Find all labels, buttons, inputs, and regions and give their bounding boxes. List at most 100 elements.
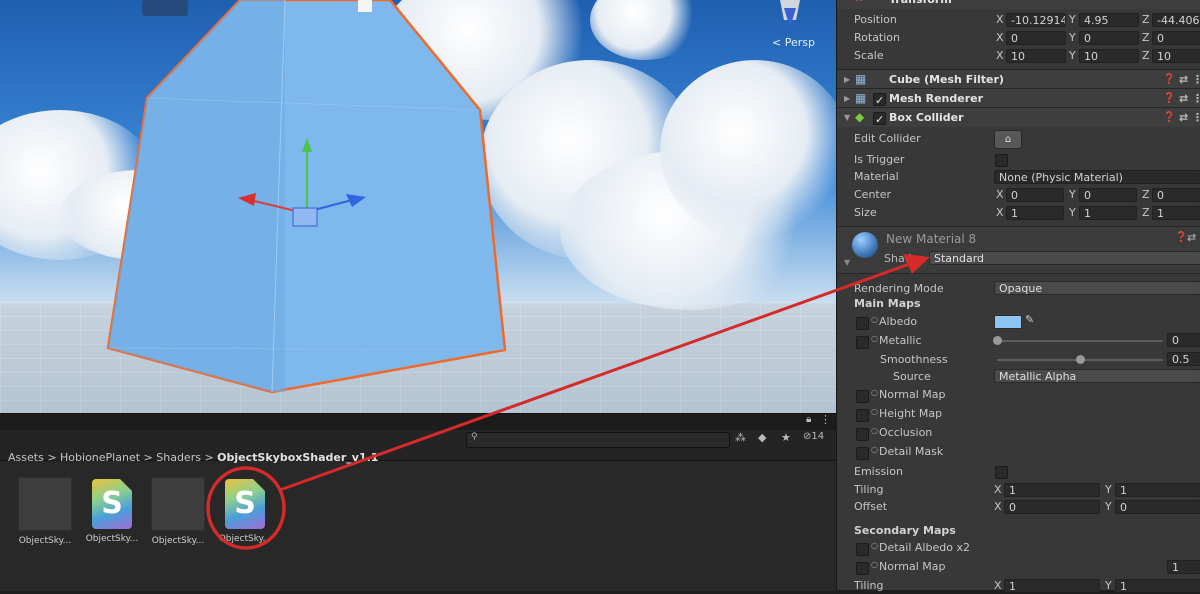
- asset-item[interactable]: ObjectSky...: [17, 477, 73, 546]
- asset-item[interactable]: ObjectSky...: [150, 477, 206, 546]
- help-icon[interactable]: ❓: [1163, 89, 1175, 108]
- normal-scale-field[interactable]: 1: [1167, 560, 1200, 574]
- more-options-icon[interactable]: ⋮: [820, 413, 831, 426]
- emission-checkbox[interactable]: [995, 466, 1008, 479]
- smoothness-label: Smoothness: [880, 353, 948, 366]
- metallic-texture-slot[interactable]: [856, 336, 869, 349]
- size-x-field[interactable]: 1: [1006, 206, 1064, 220]
- search-icon: ⚲: [471, 432, 478, 442]
- rotation-x-field[interactable]: 0: [1006, 31, 1066, 45]
- mesh-renderer-header[interactable]: ▶ ▦ Mesh Renderer ❓ ⇄ ⋮: [837, 88, 1200, 110]
- mesh-filter-header[interactable]: ▶ ▦ Cube (Mesh Filter) ❓ ⇄ ⋮: [837, 69, 1200, 89]
- source-dropdown[interactable]: Metallic Alpha: [994, 369, 1200, 383]
- presets-icon[interactable]: ⇄: [1187, 231, 1196, 244]
- size-y-field[interactable]: 1: [1079, 206, 1137, 220]
- asset-item-selected[interactable]: S ObjectSky...: [217, 479, 273, 544]
- scale-y-field[interactable]: 10: [1079, 49, 1139, 63]
- offset-x-field[interactable]: 0: [1004, 500, 1100, 514]
- physic-material-field[interactable]: None (Physic Material): [994, 170, 1200, 184]
- breadcrumb-assets[interactable]: Assets: [8, 451, 44, 464]
- scene-view[interactable]: < Persp: [0, 0, 836, 413]
- breadcrumb-shaders[interactable]: Shaders: [156, 451, 201, 464]
- scale-z-field[interactable]: 10: [1152, 49, 1200, 63]
- position-z-field[interactable]: -44.4066: [1152, 13, 1200, 27]
- rotation-z-field[interactable]: 0: [1152, 31, 1200, 45]
- asset-item[interactable]: S ObjectSky...: [84, 479, 140, 544]
- presets-icon[interactable]: ⇄: [1179, 89, 1188, 108]
- search-by-type-icon[interactable]: ⁂: [735, 431, 746, 444]
- offset-y-field[interactable]: 0: [1115, 500, 1200, 514]
- edit-collider-button[interactable]: ⌂: [994, 130, 1022, 149]
- occlusion-texture-slot[interactable]: [856, 428, 869, 441]
- box-collider-header[interactable]: ▼ ◆ Box Collider ❓ ⇄ ⋮: [837, 107, 1200, 129]
- axis-z-label: Z: [1142, 188, 1150, 201]
- tiling-y-field[interactable]: 1: [1115, 483, 1200, 497]
- secondary-maps-heading: Secondary Maps: [854, 524, 956, 537]
- help-icon[interactable]: ❓: [1163, 108, 1175, 127]
- lock-icon[interactable]: 🔒︎: [806, 414, 811, 425]
- offset-label: Offset: [854, 500, 888, 513]
- smoothness-value-field[interactable]: 0.5: [1167, 352, 1200, 366]
- breadcrumb-current-folder[interactable]: ObjectSkyboxShader_v1.1: [217, 451, 378, 464]
- perspective-label[interactable]: < Persp: [772, 36, 815, 49]
- size-label: Size: [854, 206, 877, 219]
- center-x-field[interactable]: 0: [1006, 188, 1064, 202]
- favorites-star-icon[interactable]: ★: [781, 431, 791, 444]
- rendering-mode-label: Rendering Mode: [854, 282, 944, 295]
- rendering-mode-dropdown[interactable]: Opaque: [994, 281, 1200, 295]
- gizmo-center[interactable]: [292, 207, 318, 227]
- tiling-x-field[interactable]: 1: [1004, 483, 1100, 497]
- box-collider-icon: ◆: [855, 110, 865, 124]
- position-y-field[interactable]: 4.95: [1079, 13, 1139, 27]
- mesh-renderer-enabled-checkbox[interactable]: [873, 91, 886, 110]
- size-z-field[interactable]: 1: [1152, 206, 1200, 220]
- metallic-value-field[interactable]: 0: [1167, 333, 1200, 347]
- foldout-arrow-expanded-icon[interactable]: ▼: [844, 258, 850, 267]
- is-trigger-checkbox[interactable]: [995, 154, 1008, 167]
- presets-icon[interactable]: ⇄: [1179, 70, 1188, 89]
- more-options-icon[interactable]: ⋮: [1192, 89, 1200, 108]
- eyedropper-icon[interactable]: ✎: [1025, 313, 1034, 326]
- presets-icon[interactable]: ⇄: [1179, 108, 1188, 127]
- transform-icon: ✕: [855, 0, 863, 9]
- scale-x-field[interactable]: 10: [1006, 49, 1066, 63]
- axis-y-label: Y: [1069, 49, 1076, 62]
- scene-toolbar-stub: [358, 0, 372, 12]
- metallic-slider-handle[interactable]: [993, 336, 1002, 345]
- search-by-label-icon[interactable]: ◆: [758, 431, 766, 444]
- axis-x-label: X: [996, 49, 1004, 62]
- detail-albedo-texture-slot[interactable]: [856, 543, 869, 556]
- albedo-texture-slot[interactable]: [856, 317, 869, 330]
- breadcrumb-separator: >: [47, 451, 57, 464]
- center-y-field[interactable]: 0: [1079, 188, 1137, 202]
- shader-dropdown[interactable]: Standard: [929, 251, 1200, 265]
- foldout-arrow-icon[interactable]: ▶: [844, 89, 850, 108]
- height-map-texture-slot[interactable]: [856, 409, 869, 422]
- foldout-arrow-expanded-icon[interactable]: ▼: [844, 108, 850, 127]
- help-icon[interactable]: ❓: [1175, 232, 1187, 243]
- foldout-arrow-icon[interactable]: ▶: [844, 70, 850, 89]
- center-z-field[interactable]: 0: [1152, 188, 1200, 202]
- transform-header[interactable]: ✕ Transform: [837, 0, 1200, 9]
- box-collider-enabled-checkbox[interactable]: [873, 110, 886, 129]
- breadcrumb-hobioneplanet[interactable]: HobionePlanet: [60, 451, 140, 464]
- help-icon[interactable]: ❓: [1163, 70, 1175, 89]
- scene-orientation-gizmo[interactable]: [780, 0, 800, 28]
- rotation-y-field[interactable]: 0: [1079, 31, 1139, 45]
- more-options-icon[interactable]: ⋮: [1192, 70, 1200, 89]
- metallic-slider-track[interactable]: [997, 340, 1163, 342]
- tiling2-x-field[interactable]: 1: [1004, 579, 1100, 593]
- axis-y-label: Y: [1105, 500, 1112, 513]
- hidden-packages-icon[interactable]: ⊘14: [803, 431, 824, 442]
- tiling2-y-field[interactable]: 1: [1115, 579, 1200, 593]
- smoothness-slider-handle[interactable]: [1076, 355, 1085, 364]
- albedo-color-swatch[interactable]: [994, 315, 1022, 329]
- more-options-icon[interactable]: ⋮: [1192, 108, 1200, 127]
- normal-map-texture-slot[interactable]: [856, 390, 869, 403]
- project-search-input[interactable]: ⚲: [466, 432, 730, 448]
- property-dot-icon: ○: [871, 541, 878, 550]
- material-preview-sphere: [852, 232, 878, 258]
- position-x-field[interactable]: -10.12914: [1006, 13, 1066, 27]
- secondary-normal-map-texture-slot[interactable]: [856, 562, 869, 575]
- detail-mask-texture-slot[interactable]: [856, 447, 869, 460]
